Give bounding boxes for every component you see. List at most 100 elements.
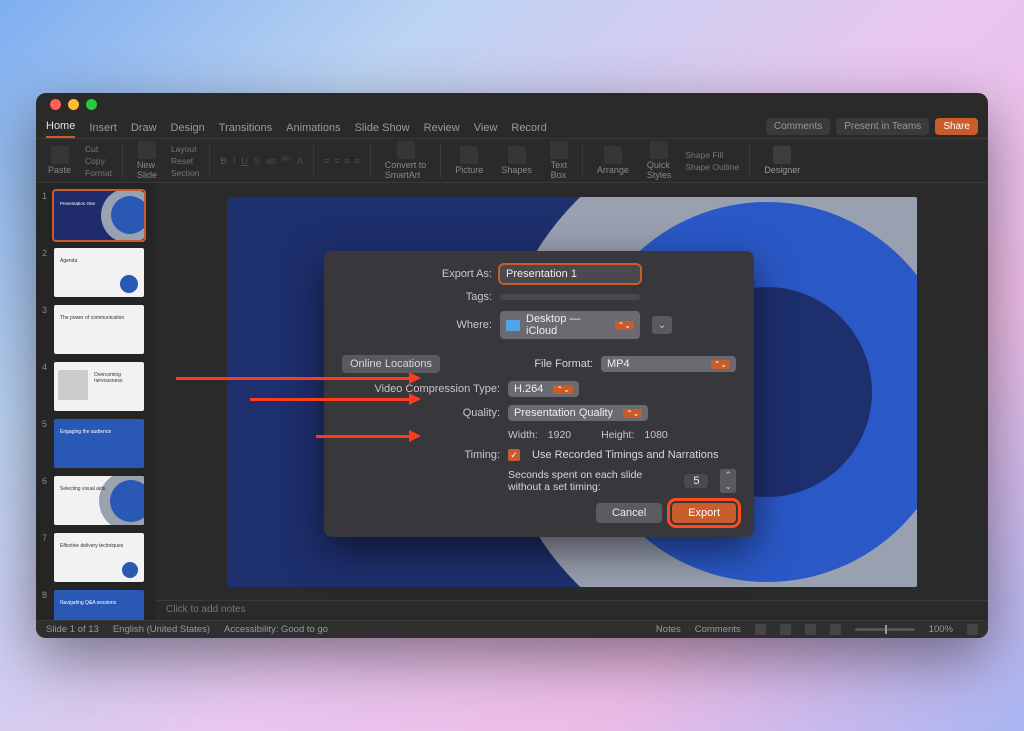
comments-toggle[interactable]: Comments (695, 624, 741, 635)
expand-button[interactable]: ⌄ (652, 316, 672, 334)
tab-review[interactable]: Review (424, 122, 460, 138)
sorter-view-icon[interactable] (780, 624, 791, 635)
export-as-input[interactable]: Presentation 1 (500, 265, 640, 283)
export-as-label: Export As: (342, 268, 492, 280)
seconds-input[interactable]: 5 (684, 474, 708, 488)
reset-button[interactable]: Reset (171, 156, 199, 166)
shapes-button[interactable]: Shapes (497, 146, 536, 175)
annotation-arrow-1 (176, 377, 411, 380)
textbox-label: Text Box (551, 160, 568, 180)
layout-button[interactable]: Layout (171, 144, 199, 154)
chevron-updown-icon: ⌃⌄ (553, 385, 572, 394)
maximize-icon[interactable] (86, 99, 97, 110)
format-button[interactable]: Format (85, 168, 112, 178)
export-dialog: Export As: Presentation 1 Tags: Where: D… (324, 251, 754, 537)
tab-animations[interactable]: Animations (286, 122, 340, 138)
shape-outline-button[interactable]: Shape Outline (685, 162, 739, 172)
where-label: Where: (342, 319, 492, 331)
tab-draw[interactable]: Draw (131, 122, 157, 138)
height-value: 1080 (644, 429, 667, 441)
thumb-5[interactable]: 5Engaging the audience (36, 417, 156, 474)
video-compression-label: Video Compression Type: (342, 383, 500, 395)
arrange-button[interactable]: Arrange (593, 146, 633, 175)
quick-styles-button[interactable]: Quick Styles (643, 141, 676, 180)
tab-design[interactable]: Design (171, 122, 205, 138)
tab-record[interactable]: Record (511, 122, 546, 138)
quality-select[interactable]: Presentation Quality ⌃⌄ (508, 405, 648, 421)
thumb-title: Presentation One (60, 201, 95, 206)
designer-label: Designer (764, 165, 800, 175)
tab-insert[interactable]: Insert (89, 122, 117, 138)
thumb-title: Effective delivery techniques (60, 543, 123, 549)
folder-icon (506, 320, 520, 331)
thumb-num: 7 (42, 533, 50, 543)
thumb-title: Selecting visual aids (60, 486, 105, 492)
present-in-teams-button[interactable]: Present in Teams (836, 118, 929, 135)
new-slide-label: New Slide (137, 160, 157, 180)
comments-button[interactable]: Comments (766, 118, 830, 135)
thumb-title: Engaging the audience (60, 429, 111, 435)
zoom-slider[interactable] (855, 628, 915, 631)
thumb-1[interactable]: 1Presentation One (36, 189, 156, 246)
file-format-select[interactable]: MP4 ⌃⌄ (601, 356, 736, 372)
seconds-stepper[interactable]: ⌃⌄ (720, 469, 736, 493)
ribbon-tabs: Home Insert Draw Design Transitions Anim… (36, 115, 988, 139)
status-bar: Slide 1 of 13 English (United States) Ac… (36, 620, 988, 638)
arrange-label: Arrange (597, 165, 629, 175)
fit-icon[interactable] (967, 624, 978, 635)
notes-toggle[interactable]: Notes (656, 624, 681, 635)
shape-style-mini: Shape Fill Shape Outline (685, 150, 739, 172)
copy-button[interactable]: Copy (85, 156, 112, 166)
slide-options: Layout Reset Section (171, 144, 199, 178)
thumb-6[interactable]: 6Selecting visual aids (36, 474, 156, 531)
thumb-8[interactable]: 8Navigating Q&A sessions (36, 588, 156, 620)
cut-button[interactable]: Cut (85, 144, 112, 154)
zoom-level[interactable]: 100% (929, 624, 953, 635)
thumb-num: 3 (42, 305, 50, 315)
picture-button[interactable]: Picture (451, 146, 487, 175)
notes-pane[interactable]: Click to add notes (156, 600, 988, 620)
minimize-icon[interactable] (68, 99, 79, 110)
annotation-arrow-2 (250, 398, 411, 401)
video-compression-value: H.264 (514, 383, 543, 395)
section-button[interactable]: Section (171, 168, 199, 178)
export-button[interactable]: Export (672, 503, 736, 523)
online-locations-button[interactable]: Online Locations (342, 355, 440, 373)
share-button[interactable]: Share (935, 118, 978, 135)
where-select[interactable]: Desktop — iCloud ⌃⌄ (500, 311, 640, 339)
width-value: 1920 (548, 429, 571, 441)
shape-fill-button[interactable]: Shape Fill (685, 150, 739, 160)
thumb-3[interactable]: 3The power of communication (36, 303, 156, 360)
height-label: Height: (601, 429, 634, 441)
cancel-button[interactable]: Cancel (596, 503, 662, 523)
thumb-7[interactable]: 7 Effective delivery techniques (36, 531, 156, 588)
tab-slide-show[interactable]: Slide Show (355, 122, 410, 138)
timing-checkbox[interactable]: ✓ (508, 449, 520, 461)
thumb-4[interactable]: 4Overcoming nervousness (36, 360, 156, 417)
tab-home[interactable]: Home (46, 120, 75, 138)
accessibility-status[interactable]: Accessibility: Good to go (224, 624, 328, 635)
ribbon: Paste Cut Copy Format New Slide Layout R… (36, 139, 988, 183)
tab-transitions[interactable]: Transitions (219, 122, 272, 138)
normal-view-icon[interactable] (755, 624, 766, 635)
slideshow-view-icon[interactable] (830, 624, 841, 635)
thumb-2[interactable]: 2Agenda (36, 246, 156, 303)
reading-view-icon[interactable] (805, 624, 816, 635)
paste-button[interactable]: Paste (44, 146, 75, 175)
close-icon[interactable] (50, 99, 61, 110)
picture-label: Picture (455, 165, 483, 175)
chevron-updown-icon: ⌃⌄ (623, 409, 642, 418)
slide-thumbnails: 1Presentation One 2Agenda 3The power of … (36, 183, 156, 620)
where-value: Desktop — iCloud (526, 313, 605, 337)
textbox-button[interactable]: Text Box (546, 141, 572, 180)
quality-value: Presentation Quality (514, 407, 613, 419)
designer-button[interactable]: Designer (760, 146, 804, 175)
video-compression-select[interactable]: H.264 ⌃⌄ (508, 381, 579, 397)
tags-input[interactable] (500, 294, 640, 300)
tags-label: Tags: (342, 291, 492, 303)
new-slide-button[interactable]: New Slide (133, 141, 161, 180)
convert-smartart-button[interactable]: Convert to SmartArt (381, 141, 431, 180)
tab-view[interactable]: View (474, 122, 498, 138)
timing-checkbox-label: Use Recorded Timings and Narrations (532, 449, 718, 461)
language-status[interactable]: English (United States) (113, 624, 210, 635)
